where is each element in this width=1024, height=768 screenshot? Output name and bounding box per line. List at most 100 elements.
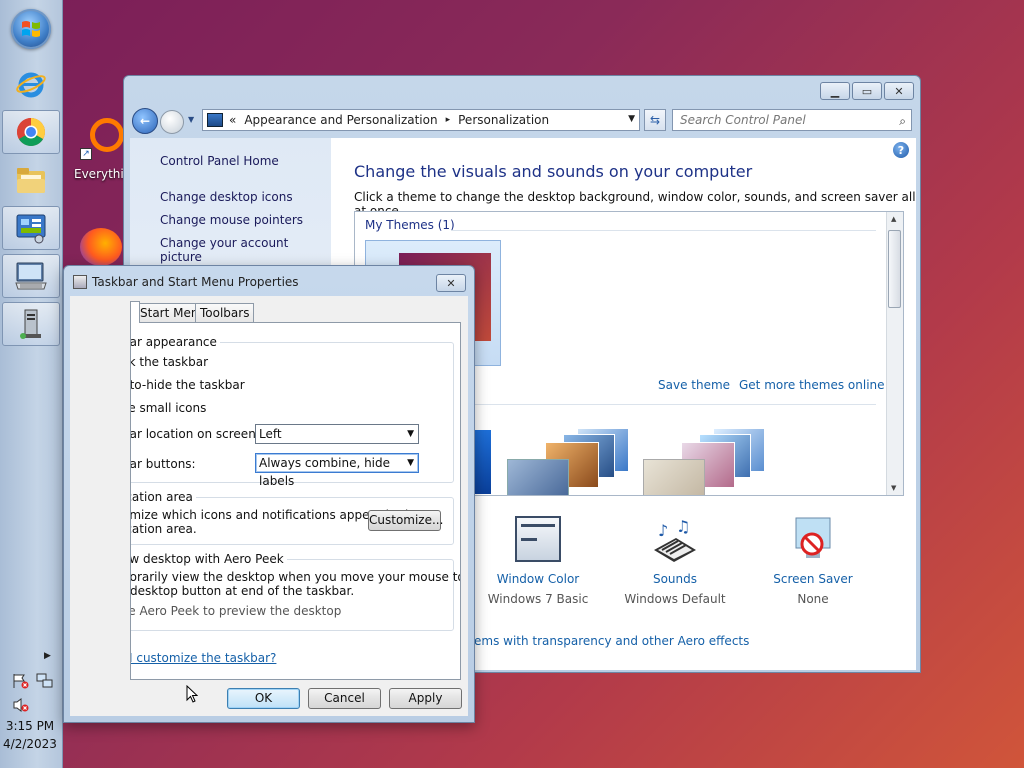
sidebar-link-desktop-icons[interactable]: Change desktop icons	[160, 190, 293, 204]
restore-icon: ▭	[861, 84, 873, 98]
taskbar-properties-dialog: Taskbar and Start Menu Properties ✕ Star…	[63, 265, 475, 723]
sidebar-link-account-picture[interactable]: Change your account picture	[160, 236, 331, 264]
tab-toolbars[interactable]: Toolbars	[195, 303, 255, 322]
taskbar-button-server[interactable]	[2, 302, 60, 346]
windows-explorer-icon	[17, 168, 45, 193]
server-icon	[20, 309, 41, 339]
screen-saver-item[interactable]: Screen Saver None	[758, 516, 868, 606]
customize-button[interactable]: Customize...	[368, 510, 443, 531]
volume-muted-icon[interactable]	[12, 697, 30, 713]
group-title: ew desktop with Aero Peek	[131, 552, 287, 566]
taskbar-button-explorer[interactable]	[2, 158, 60, 202]
window-color-item[interactable]: Window Color Windows 7 Basic	[483, 516, 593, 606]
get-more-themes-link[interactable]: Get more themes online	[739, 378, 885, 392]
divider	[451, 230, 876, 231]
breadcrumb-separator[interactable]: ▸	[446, 115, 451, 125]
svg-text:♫: ♫	[676, 517, 690, 536]
sounds-label[interactable]: Sounds	[620, 572, 730, 586]
window-color-icon	[513, 516, 563, 566]
sidebar-link-mouse-pointers[interactable]: Change mouse pointers	[160, 213, 303, 227]
scroll-up-arrow[interactable]: ▲	[891, 215, 896, 223]
apply-button[interactable]: Apply	[389, 688, 462, 709]
minimize-icon: ▁	[830, 84, 840, 98]
dialog-close-button[interactable]: ✕	[436, 274, 466, 292]
address-bar[interactable]: « Appearance and Personalization ▸ Perso…	[202, 109, 640, 131]
theme-thumbnail-architecture[interactable]	[505, 424, 630, 495]
lock-taskbar-checkbox[interactable]: ck the taskbar	[131, 355, 208, 369]
sounds-icon: ♪ ♫	[650, 516, 700, 566]
mouse-cursor-icon	[186, 685, 198, 703]
navigation-bar: ← ▼ « Appearance and Personalization ▸ P…	[130, 106, 914, 136]
sounds-item[interactable]: ♪ ♫ Sounds Windows Default	[620, 516, 730, 606]
screen-saver-icon	[788, 516, 838, 566]
taskbar-button-keyboard[interactable]	[2, 254, 60, 298]
show-hidden-icons-button[interactable]: ▶	[44, 651, 51, 661]
taskbar: ▶ 3:15 PM 4/2/2023	[0, 0, 63, 768]
taskbar-button-chrome[interactable]	[2, 110, 60, 154]
taskbar-button-ie[interactable]	[2, 62, 60, 106]
screen-saver-value: None	[797, 592, 829, 606]
small-icons-checkbox[interactable]: se small icons	[131, 401, 206, 415]
aero-effects-link[interactable]: ems with transparency and other Aero eff…	[474, 634, 749, 648]
back-button[interactable]: ←	[132, 108, 158, 134]
refresh-button[interactable]: ⇆	[644, 109, 666, 131]
save-theme-link[interactable]: Save theme	[658, 378, 730, 392]
taskbar-properties-icon	[73, 275, 87, 289]
chevron-down-icon: ▼	[407, 458, 414, 468]
breadcrumb-appearance[interactable]: Appearance and Personalization	[244, 113, 437, 127]
auto-hide-checkbox[interactable]: uto-hide the taskbar	[131, 378, 245, 392]
taskbar-location-select[interactable]: Left ▼	[255, 424, 419, 444]
arrow-left-icon: ←	[139, 114, 151, 128]
maximize-button[interactable]: ▭	[852, 82, 882, 100]
search-icon[interactable]: ⌕	[899, 111, 906, 131]
aero-peek-description-line-1: porarily view the desktop when you move …	[130, 570, 461, 584]
dialog-title: Taskbar and Start Menu Properties	[92, 275, 299, 289]
start-button[interactable]	[11, 9, 51, 49]
search-input[interactable]: Search Control Panel ⌕	[672, 109, 912, 131]
cancel-button[interactable]: Cancel	[308, 688, 381, 709]
buttons-label: bar buttons:	[130, 457, 196, 471]
action-center-icon[interactable]	[12, 673, 30, 689]
group-title: bar appearance	[131, 335, 220, 349]
close-button[interactable]: ✕	[884, 82, 914, 100]
aero-peek-checkbox[interactable]: se Aero Peek to preview the desktop	[131, 604, 341, 618]
breadcrumb-personalization[interactable]: Personalization	[458, 113, 549, 127]
refresh-icon: ⇆	[649, 113, 661, 127]
screen-saver-label[interactable]: Screen Saver	[758, 572, 868, 586]
window-color-value: Windows 7 Basic	[487, 592, 589, 606]
on-screen-keyboard-icon	[15, 262, 47, 290]
breadcrumb-prefix[interactable]: «	[229, 113, 236, 127]
close-icon: ✕	[894, 84, 904, 98]
address-dropdown-arrow[interactable]: ▼	[628, 114, 635, 124]
window-color-label[interactable]: Window Color	[483, 572, 593, 586]
everything-icon	[90, 118, 124, 152]
notification-description-line-2: ication area.	[131, 522, 197, 536]
notification-area-group: ication area omize which icons and notif…	[131, 490, 454, 545]
ok-button[interactable]: OK	[227, 688, 300, 709]
theme-thumbnail-nature[interactable]	[641, 424, 766, 495]
network-icon[interactable]	[36, 673, 54, 689]
taskbar-buttons-value: Always combine, hide labels	[259, 456, 391, 488]
customize-help-link[interactable]: I customize the taskbar?	[131, 651, 276, 665]
forward-button[interactable]	[160, 110, 184, 134]
taskbar-button-control-panel[interactable]	[2, 206, 60, 250]
taskbar-tab-panel: bar appearance ck the taskbar uto-hide t…	[130, 322, 461, 680]
aero-peek-description-line-2: desktop button at end of the taskbar.	[130, 584, 355, 598]
search-placeholder: Search Control Panel	[680, 113, 806, 127]
taskbar-buttons-select[interactable]: Always combine, hide labels ▼	[255, 453, 419, 488]
scroll-thumb[interactable]	[888, 230, 901, 308]
shortcut-arrow-icon: ↗	[80, 148, 92, 160]
tab-taskbar[interactable]	[130, 301, 140, 323]
help-button[interactable]: ?	[893, 142, 909, 158]
firefox-icon[interactable]	[80, 228, 122, 266]
location-label: bar location on screen:	[130, 427, 260, 441]
my-themes-header: My Themes (1)	[365, 218, 455, 232]
scroll-down-arrow[interactable]: ▼	[891, 484, 896, 492]
sidebar-link-home[interactable]: Control Panel Home	[160, 154, 279, 168]
clock-time[interactable]: 3:15 PM	[0, 719, 60, 733]
themes-scrollbar[interactable]: ▲ ▼	[886, 212, 903, 495]
minimize-button[interactable]: ▁	[820, 82, 850, 100]
windows-logo-icon	[22, 21, 40, 37]
recent-pages-dropdown[interactable]: ▼	[188, 115, 194, 124]
clock-date[interactable]: 4/2/2023	[0, 737, 60, 751]
